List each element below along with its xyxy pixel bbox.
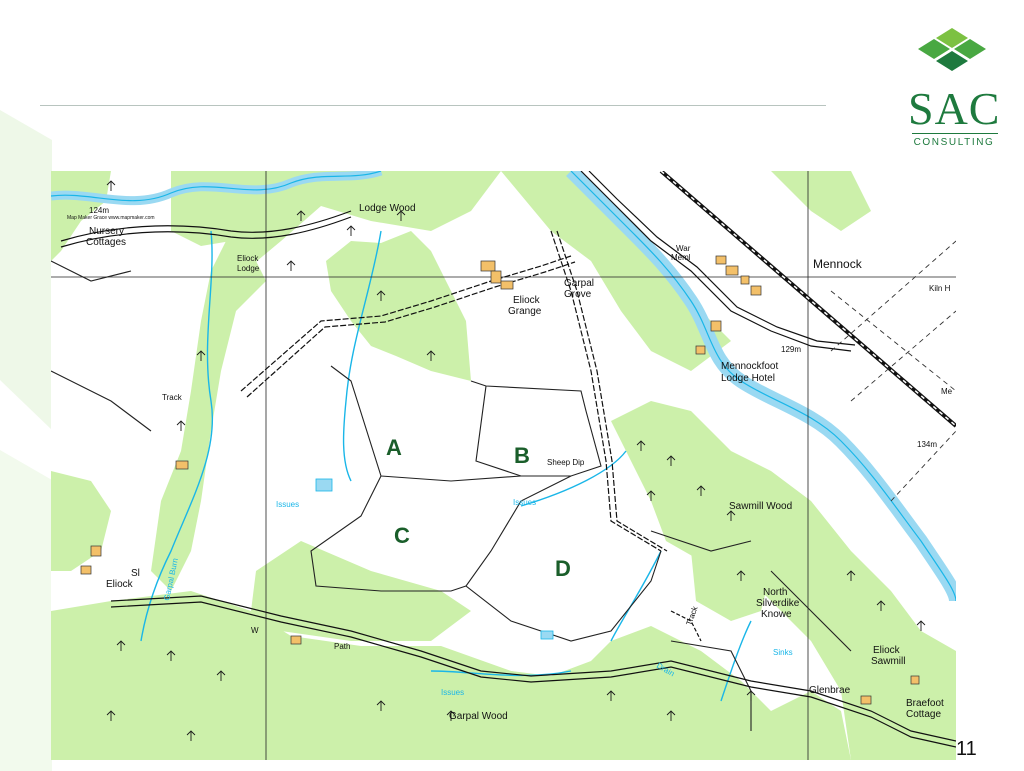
logo-sac-text: SAC: [908, 83, 1001, 134]
woodland-west-strip: [151, 231, 266, 591]
label-kiln: Kiln H: [929, 284, 951, 293]
map-canvas: Nursery Cottages Eliock Lodge Lodge Wood…: [51, 171, 956, 760]
label-braefoot-1: Braefoot: [906, 698, 944, 709]
label-sawmill-wood: Sawmill Wood: [729, 501, 792, 512]
label-eliock-sawmill-1: Eliock: [873, 645, 901, 656]
field-label-c: C: [394, 523, 410, 548]
label-north-2: Silverdike: [756, 598, 800, 609]
map-credit: Map Maker Grace www.mapmaker.com: [67, 215, 155, 221]
label-height-129: 129m: [781, 345, 801, 354]
label-north-1: North: [763, 587, 787, 598]
label-cottages: Cottages: [86, 237, 126, 248]
label-mennockfoot-1: Mennockfoot: [721, 361, 778, 372]
label-eliock-grange-2: Grange: [508, 306, 542, 317]
label-eliock-grange-1: Eliock: [513, 295, 541, 306]
label-eliock-s: Eliock: [106, 579, 134, 590]
label-braefoot-2: Cottage: [906, 709, 941, 720]
woodland-east: [771, 171, 871, 231]
label-war-meml-1: War: [676, 244, 691, 253]
label-sl: Sl: [131, 568, 140, 579]
field-letters: A B C D: [386, 435, 571, 581]
field-label-b: B: [514, 443, 530, 468]
label-issues-west: Issues: [276, 500, 299, 509]
logo-rule: [912, 133, 998, 134]
page-number: 11: [956, 738, 977, 760]
label-height-124: 124m: [89, 206, 109, 215]
woodland-lodge-grange: [326, 231, 471, 381]
label-mennockfoot-2: Lodge Hotel: [721, 373, 775, 384]
label-height-134: 134m: [917, 440, 937, 449]
label-north-3: Knowe: [761, 609, 792, 620]
label-garpal-wood: Garpal Wood: [449, 711, 508, 722]
label-w: W: [251, 626, 259, 635]
label-path: Path: [334, 642, 350, 651]
decor-shape-lower: [0, 450, 52, 771]
label-garpal-grove-1: Garpal: [564, 278, 594, 289]
label-track-e: Track: [684, 604, 700, 627]
label-issues-b: Issues: [513, 498, 536, 507]
logo-diamonds-icon: [918, 28, 986, 71]
sac-consulting-logo: SAC CONSULTING: [904, 26, 1000, 152]
decor-shape-upper: [0, 110, 52, 430]
label-sheep-dip: Sheep Dip: [547, 458, 585, 467]
label-lodge-wood: Lodge Wood: [359, 203, 416, 214]
ordnance-map: Nursery Cottages Eliock Lodge Lodge Wood…: [51, 171, 956, 760]
label-war-meml-2: Meml: [671, 253, 691, 262]
field-label-a: A: [386, 435, 402, 460]
logo-consulting-text: CONSULTING: [913, 137, 995, 148]
label-me: Me: [941, 387, 953, 396]
label-eliock-lodge-2: Lodge: [237, 264, 260, 273]
label-glenbrae: Glenbrae: [809, 685, 851, 696]
railway: [659, 171, 956, 428]
label-track-w: Track: [162, 393, 183, 402]
label-eliock-sawmill-2: Sawmill: [871, 656, 905, 667]
label-eliock-lodge-1: Eliock: [237, 254, 259, 263]
label-mennock: Mennock: [813, 257, 863, 271]
label-nursery: Nursery: [89, 226, 124, 237]
label-issues-south: Issues: [441, 688, 464, 697]
label-garpal-grove-2: Grove: [564, 289, 592, 300]
field-label-d: D: [555, 556, 571, 581]
pond-south: [540, 630, 554, 640]
label-sinks: Sinks: [773, 648, 793, 657]
woodland-sw: [51, 471, 111, 571]
header-divider: [40, 105, 826, 106]
pond-issues: [315, 478, 333, 492]
